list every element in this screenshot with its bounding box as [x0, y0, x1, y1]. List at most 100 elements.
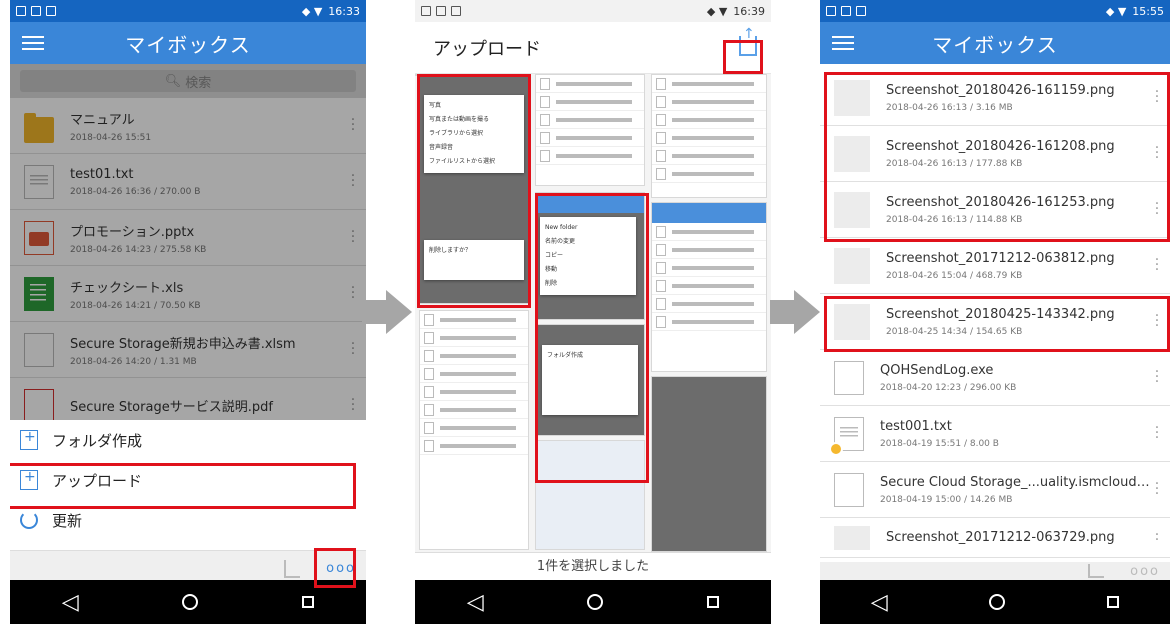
download-icon[interactable]	[1088, 564, 1105, 578]
android-nav-bar: ◁	[10, 580, 366, 624]
thumbnail[interactable]	[651, 376, 767, 552]
thumbnail[interactable]: フォルダ作成	[535, 324, 645, 436]
more-vert-icon[interactable]: · · ·	[1152, 309, 1162, 333]
page-title: マイボックス	[125, 32, 251, 57]
file-name: Screenshot_20180426-161159.png	[886, 82, 1115, 98]
more-vert-icon[interactable]: · · ·	[1152, 141, 1162, 165]
notification-icon	[16, 6, 26, 16]
file-name: test001.txt	[880, 418, 952, 434]
file-icon	[834, 472, 864, 507]
status-time: 16:33	[328, 4, 360, 18]
file-icon	[834, 360, 864, 395]
status-bar: ◆ ▼ 16:33	[10, 0, 366, 22]
action-sheet: フォルダ作成 アップロード 更新	[10, 420, 366, 544]
list-item[interactable]: QOHSendLog.exe 2018-04-20 12:23 / 296.00 …	[820, 350, 1170, 406]
thumbnail[interactable]	[651, 202, 767, 372]
file-name: Screenshot_20180426-161208.png	[886, 138, 1115, 154]
thumbnail[interactable]	[535, 440, 645, 550]
signal-icon: ◆ ▼	[706, 4, 728, 18]
status-time: 16:39	[733, 4, 765, 18]
list-item[interactable]: Screenshot_20180425-143342.png 2018-04-25…	[820, 294, 1170, 350]
home-icon[interactable]	[989, 594, 1006, 610]
more-vert-icon[interactable]: · · ·	[1152, 85, 1162, 109]
thumbnail[interactable]	[419, 310, 529, 550]
thumbnail[interactable]: New folder 名前の変更 コピー 移動 削除	[535, 192, 645, 320]
context-menu-card: New folder 名前の変更 コピー 移動 削除	[540, 217, 636, 295]
image-thumbnail	[834, 191, 870, 228]
notification-icon	[451, 6, 461, 16]
notification-icon	[841, 6, 851, 16]
upload-file-icon	[20, 469, 38, 490]
tutorial-figure: ◆ ▼ 16:33 マイボックス 🔍︎ 検索 マニュアル 2018-04-26 15:…	[0, 0, 1170, 624]
hamburger-menu-icon[interactable]	[832, 36, 854, 50]
file-meta: 2018-04-20 12:23 / 296.00 KB	[880, 382, 1017, 393]
file-name: Screenshot_20171212-063812.png	[886, 250, 1115, 266]
notification-icon	[826, 6, 836, 16]
android-nav-bar: ◁	[820, 580, 1170, 624]
page-title: マイボックス	[932, 32, 1058, 57]
hamburger-menu-icon[interactable]	[22, 36, 44, 50]
list-item[interactable]: Screenshot_20180426-161253.png 2018-04-26…	[820, 182, 1170, 238]
more-vert-icon[interactable]: · ·	[1152, 528, 1162, 547]
more-button[interactable]: ooo	[1130, 564, 1160, 579]
file-list: Screenshot_20180426-161159.png 2018-04-26…	[820, 70, 1170, 558]
file-meta: 2018-04-19 15:00 / 14.26 MB	[880, 494, 1013, 505]
menu-card: 写真 写真または動画を撮る ライブラリから選択 音声録音 ファイルリストから選択	[424, 95, 524, 173]
list-item[interactable]: Secure Cloud Storage_...uality.ismclouds…	[820, 462, 1170, 518]
recents-icon[interactable]	[1107, 596, 1120, 608]
status-bar: ◆ ▼ 15:55	[820, 0, 1170, 22]
more-vert-icon[interactable]: · · ·	[1152, 477, 1162, 501]
thumbnail[interactable]	[651, 74, 767, 198]
list-item[interactable]: Screenshot_20171212-063812.png 2018-04-26…	[820, 238, 1170, 294]
file-name: Screenshot_20180425-143342.png	[886, 306, 1115, 322]
notification-icon	[856, 6, 866, 16]
upload-button[interactable]: アップロード	[10, 460, 366, 500]
thumbnail[interactable]	[535, 74, 645, 186]
more-vert-icon[interactable]: · · ·	[1152, 197, 1162, 221]
status-time: 15:55	[1132, 4, 1164, 18]
dim-overlay[interactable]	[10, 64, 366, 420]
image-thumbnail	[834, 79, 870, 116]
app-bar: マイボックス	[10, 22, 366, 64]
image-thumbnail	[834, 303, 870, 340]
back-icon[interactable]: ◁	[467, 590, 484, 615]
notification-icon	[31, 6, 41, 16]
thumbnail[interactable]: 写真 写真または動画を撮る ライブラリから選択 音声録音 ファイルリストから選択…	[419, 74, 529, 304]
more-vert-icon[interactable]: · · ·	[1152, 421, 1162, 445]
text-file-icon	[829, 416, 864, 456]
image-thumbnail	[834, 247, 870, 284]
phone-screen-upload-picker: ◆ ▼ 16:39 アップロード 写真 写真または動画を撮る ライブラリから選択 …	[415, 0, 771, 624]
create-folder-button[interactable]: フォルダ作成	[10, 420, 366, 460]
refresh-icon	[20, 511, 38, 529]
back-icon[interactable]: ◁	[871, 590, 888, 615]
back-icon[interactable]: ◁	[62, 590, 79, 615]
list-item[interactable]: Screenshot_20171212-063729.png · ·	[820, 518, 1170, 558]
file-name: Secure Cloud Storage_...uality.ismclouds…	[880, 474, 1152, 490]
star-badge-icon	[829, 441, 843, 456]
list-item[interactable]: Screenshot_20180426-161159.png 2018-04-26…	[820, 70, 1170, 126]
app-bar: マイボックス	[820, 22, 1170, 64]
signal-icon: ◆ ▼	[301, 4, 323, 18]
file-meta: 2018-04-26 16:13 / 114.88 KB	[886, 214, 1023, 225]
list-item[interactable]: Screenshot_20180426-161208.png 2018-04-26…	[820, 126, 1170, 182]
home-icon[interactable]	[587, 594, 604, 610]
selection-status: 1件を選択しました	[415, 552, 771, 580]
create-folder-icon	[20, 429, 38, 450]
notification-icon	[436, 6, 446, 16]
home-icon[interactable]	[182, 594, 199, 610]
file-meta: 2018-04-26 15:04 / 468.79 KB	[886, 270, 1023, 281]
refresh-button[interactable]: 更新	[10, 500, 366, 540]
android-nav-bar: ◁	[415, 580, 771, 624]
recents-icon[interactable]	[302, 596, 315, 608]
download-icon[interactable]	[284, 559, 301, 578]
status-bar: ◆ ▼ 16:39	[415, 0, 771, 22]
file-meta: 2018-04-19 15:51 / 8.00 B	[880, 438, 999, 449]
more-button[interactable]: ooo	[326, 561, 356, 576]
file-meta: 2018-04-26 16:13 / 177.88 KB	[886, 158, 1023, 169]
recents-icon[interactable]	[707, 596, 720, 608]
list-item[interactable]: test001.txt 2018-04-19 15:51 / 8.00 B · · ·	[820, 406, 1170, 462]
upload-icon[interactable]	[739, 26, 757, 56]
file-meta: 2018-04-26 16:13 / 3.16 MB	[886, 102, 1013, 113]
more-vert-icon[interactable]: · · ·	[1152, 253, 1162, 277]
more-vert-icon[interactable]: · · ·	[1152, 365, 1162, 389]
